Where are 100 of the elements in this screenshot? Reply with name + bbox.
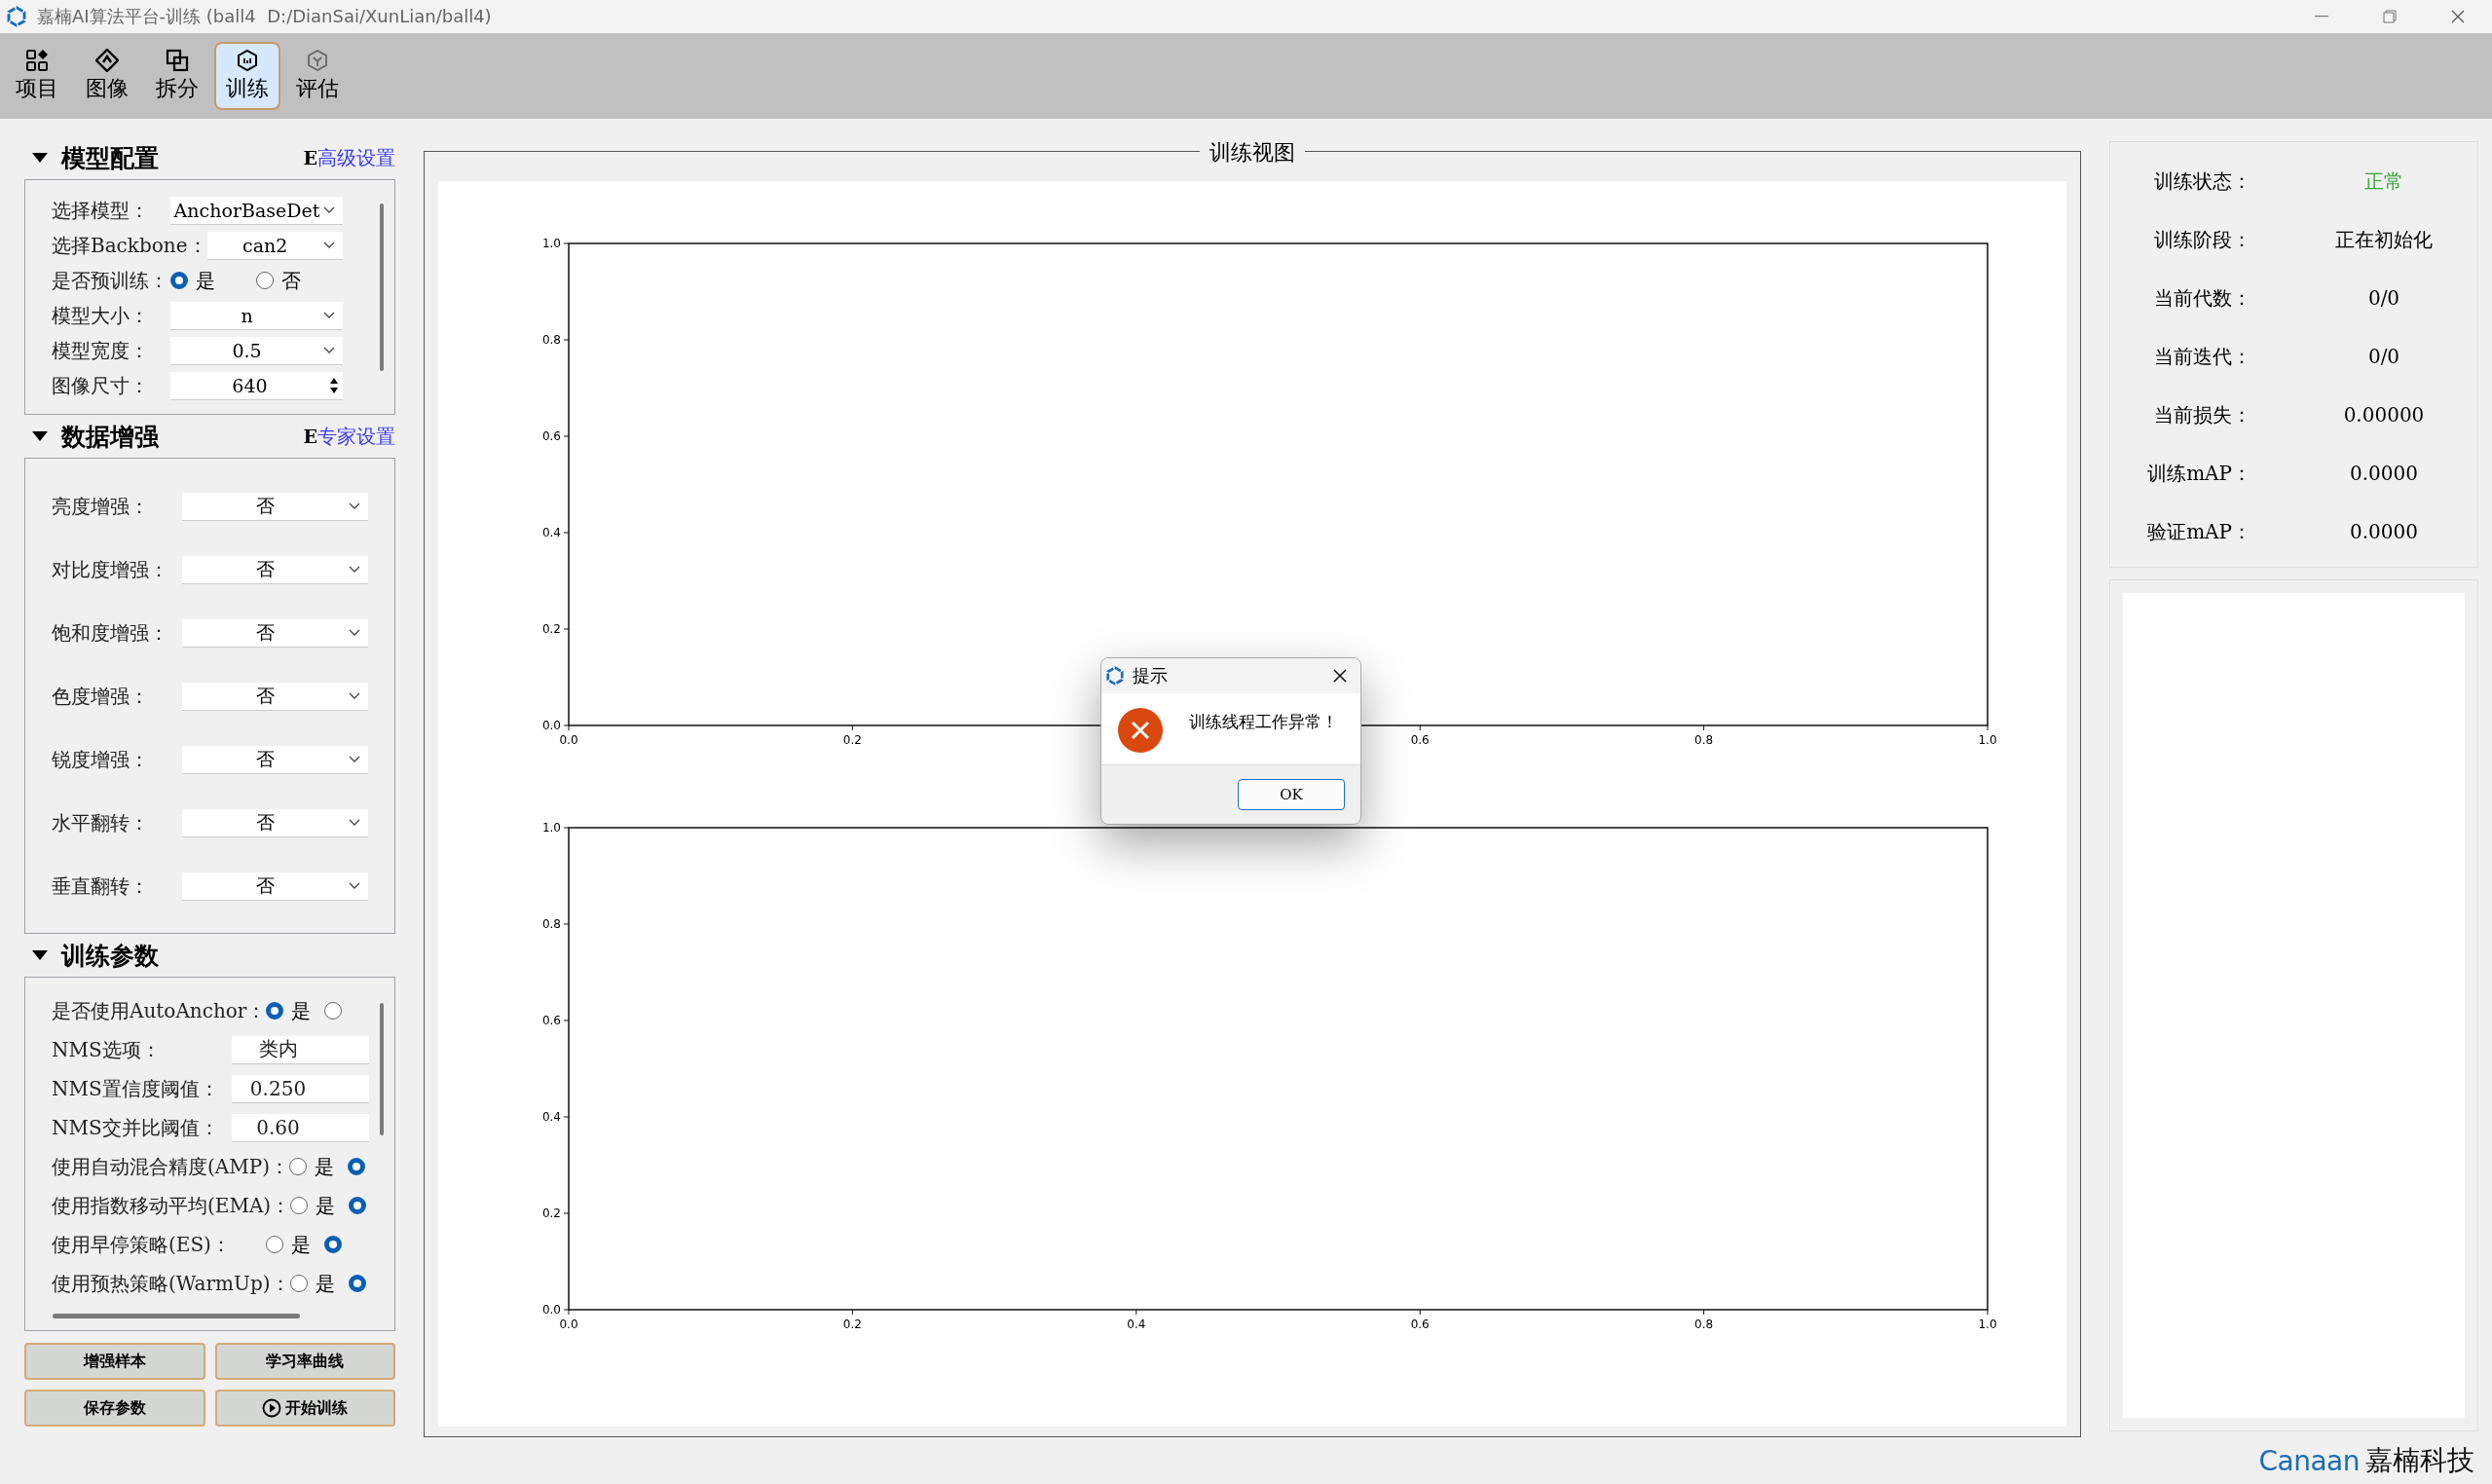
- toolbar-tab[interactable]: 拆分: [144, 42, 210, 110]
- field-label: 对比度增强：: [52, 556, 169, 583]
- grid-icon: [25, 49, 49, 72]
- radio-button[interactable]: [324, 1002, 343, 1020]
- tick-label: 0.6: [541, 1014, 561, 1027]
- tick-label: 1.0: [1978, 733, 1997, 747]
- status-label: 当前损失：: [2153, 401, 2251, 428]
- radio-button[interactable]: [170, 272, 188, 289]
- tick-label: 0.2: [541, 1206, 561, 1220]
- settings-link[interactable]: 专家设置: [317, 423, 395, 450]
- status-value: 0.00000: [2342, 403, 2426, 427]
- chevron-down-icon: [349, 628, 360, 637]
- settings-link[interactable]: 高级设置: [317, 144, 395, 171]
- tick-label: 0.0: [559, 733, 578, 747]
- action-button[interactable]: 保存参数: [24, 1390, 205, 1427]
- field-label: NMS置信度阈值：: [52, 1075, 220, 1102]
- field-value: 类内: [257, 1036, 299, 1062]
- action-button[interactable]: 学习率曲线: [214, 1343, 395, 1380]
- action-button[interactable]: 增强样本: [24, 1343, 205, 1380]
- radio-button[interactable]: [289, 1158, 307, 1175]
- tick-label: 1.0: [541, 237, 561, 250]
- tick-label: 0.0: [559, 1317, 578, 1331]
- chevron-down-icon: [349, 881, 360, 890]
- hexagon-icon: [236, 49, 259, 72]
- dropdown[interactable]: 否: [182, 492, 368, 521]
- dropdown[interactable]: 否: [182, 745, 368, 774]
- ok-button[interactable]: OK: [1238, 779, 1345, 810]
- dropdown[interactable]: AnchorBaseDet: [170, 196, 343, 225]
- scrollbar-thumb[interactable]: [53, 1314, 300, 1318]
- radio-label: 是: [291, 997, 312, 1024]
- dropdown[interactable]: 否: [182, 618, 368, 648]
- dialog-message: 训练线程工作异常！: [1189, 711, 1338, 733]
- field-label: 使用自动混合精度(AMP)：: [52, 1153, 289, 1180]
- tick-label: 0.8: [541, 333, 561, 347]
- radio-label: 是: [196, 267, 215, 294]
- field-label: 垂直翻转：: [52, 872, 150, 900]
- field-label: 图像尺寸：: [52, 372, 150, 399]
- action-button[interactable]: 开始训练: [214, 1390, 395, 1427]
- radio-button[interactable]: [290, 1197, 309, 1214]
- field-label: 使用早停策略(ES)：: [52, 1231, 232, 1258]
- toolbar-tab[interactable]: 评估: [284, 42, 351, 110]
- status-value: 0.0000: [2349, 462, 2419, 485]
- dropdown[interactable]: 否: [182, 808, 368, 837]
- section-title: 数据增强: [61, 421, 160, 453]
- field-label: 是否使用AutoAnchor：: [52, 997, 267, 1024]
- radio-button[interactable]: [348, 1158, 365, 1175]
- collapse-triangle-icon[interactable]: [32, 431, 48, 441]
- chevron-down-icon: [323, 311, 335, 319]
- collapse-triangle-icon[interactable]: [32, 950, 48, 960]
- dropdown[interactable]: 否: [182, 682, 368, 711]
- tick-label: 0.0: [541, 1303, 561, 1317]
- tick-label: 0.8: [541, 917, 561, 931]
- section-title: 模型配置: [61, 142, 160, 174]
- close-icon[interactable]: [1333, 669, 1347, 683]
- input-field[interactable]: 0.60: [232, 1113, 369, 1142]
- field-label: NMS选项：: [52, 1036, 162, 1063]
- dropdown[interactable]: 否: [182, 555, 368, 584]
- status-value: 0/0: [2366, 345, 2401, 368]
- status-label: 训练mAP：: [2146, 460, 2251, 487]
- field-label: 选择模型：: [52, 197, 150, 224]
- status-label: 当前代数：: [2153, 284, 2251, 312]
- input-field[interactable]: 0.250: [232, 1074, 369, 1103]
- dropdown[interactable]: 否: [182, 872, 368, 901]
- radio-button[interactable]: [266, 1002, 284, 1020]
- collapse-triangle-icon[interactable]: [32, 153, 48, 163]
- diamond-icon: [95, 49, 119, 72]
- radio-button[interactable]: [289, 1275, 308, 1292]
- radio-label: 是: [315, 1270, 335, 1297]
- radio-button[interactable]: [324, 1236, 342, 1253]
- chevron-down-icon: [323, 346, 335, 354]
- radio-label: 否: [281, 267, 301, 294]
- link-glyph: E: [303, 147, 317, 168]
- field-label: 使用预热策略(WarmUp)：: [52, 1270, 290, 1297]
- field-label: 饱和度增强：: [52, 619, 169, 647]
- dropdown[interactable]: can2: [206, 231, 343, 260]
- app-logo-icon: [6, 6, 27, 27]
- input-field[interactable]: 类内: [232, 1035, 369, 1064]
- toolbar-tab[interactable]: 项目: [4, 42, 70, 110]
- status-value: 0.0000: [2349, 520, 2419, 543]
- dropdown[interactable]: 0.5: [170, 336, 343, 365]
- tick-label: 0.4: [541, 526, 561, 539]
- chevron-down-icon: [349, 755, 360, 763]
- chevron-down-icon: [323, 205, 335, 214]
- field-label: 模型大小：: [52, 302, 150, 329]
- radio-button[interactable]: [256, 272, 274, 289]
- tick-label: 0.4: [541, 1110, 561, 1124]
- chevron-down-icon: [323, 241, 335, 249]
- spin-box[interactable]: 640: [170, 371, 343, 400]
- chevron-down-icon: [349, 691, 360, 700]
- status-label: 训练阶段：: [2153, 226, 2251, 253]
- play-icon: [262, 1398, 282, 1418]
- field-label: 选择Backbone：: [52, 232, 207, 259]
- tick-label: 0.4: [1127, 1317, 1146, 1331]
- toolbar-tab[interactable]: 训练: [214, 42, 280, 110]
- radio-button[interactable]: [266, 1236, 283, 1253]
- radio-button[interactable]: [349, 1197, 367, 1214]
- dropdown[interactable]: n: [170, 301, 343, 330]
- field-label: 亮度增强：: [52, 493, 150, 520]
- radio-button[interactable]: [348, 1275, 366, 1292]
- toolbar-tab[interactable]: 图像: [74, 42, 140, 110]
